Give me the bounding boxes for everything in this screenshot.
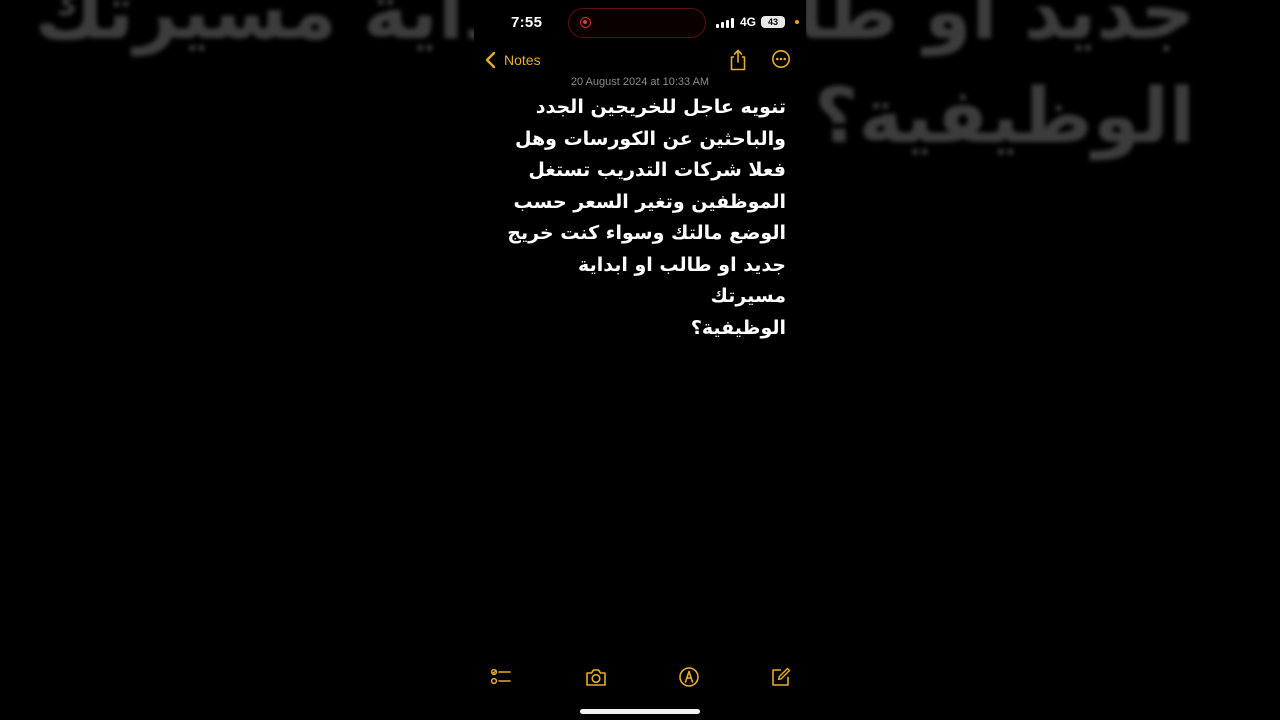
- compose-icon[interactable]: [769, 666, 793, 688]
- back-button-label: Notes: [504, 52, 541, 68]
- status-bar: 7:55 4G 43: [474, 0, 806, 46]
- cellular-signal-icon: [716, 18, 736, 28]
- more-options-icon[interactable]: [771, 49, 791, 69]
- battery-icon: 43: [761, 16, 785, 28]
- network-type: 4G: [740, 15, 757, 29]
- home-indicator[interactable]: [580, 709, 700, 714]
- note-timestamp: 20 August 2024 at 10:33 AM: [570, 76, 710, 88]
- note-body-text[interactable]: تنويه عاجل للخريجين الجدد والباحثين عن ا…: [496, 92, 786, 344]
- share-icon[interactable]: [728, 48, 748, 72]
- phone-screen: 7:55 4G 43 Notes 20 August 2024 at 10:33…: [474, 0, 806, 720]
- microphone-indicator-icon: [795, 20, 799, 24]
- camera-icon[interactable]: [584, 666, 608, 688]
- status-time: 7:55: [511, 14, 543, 31]
- back-to-notes-button[interactable]: Notes: [482, 48, 541, 72]
- note-navigation-bar: Notes: [474, 46, 806, 74]
- bottom-toolbar: [474, 662, 806, 692]
- dynamic-island: [568, 8, 706, 38]
- chevron-left-icon: [485, 51, 496, 69]
- screen-recording-icon: [580, 17, 591, 28]
- checklist-icon[interactable]: [489, 666, 513, 688]
- markup-icon[interactable]: [677, 666, 701, 688]
